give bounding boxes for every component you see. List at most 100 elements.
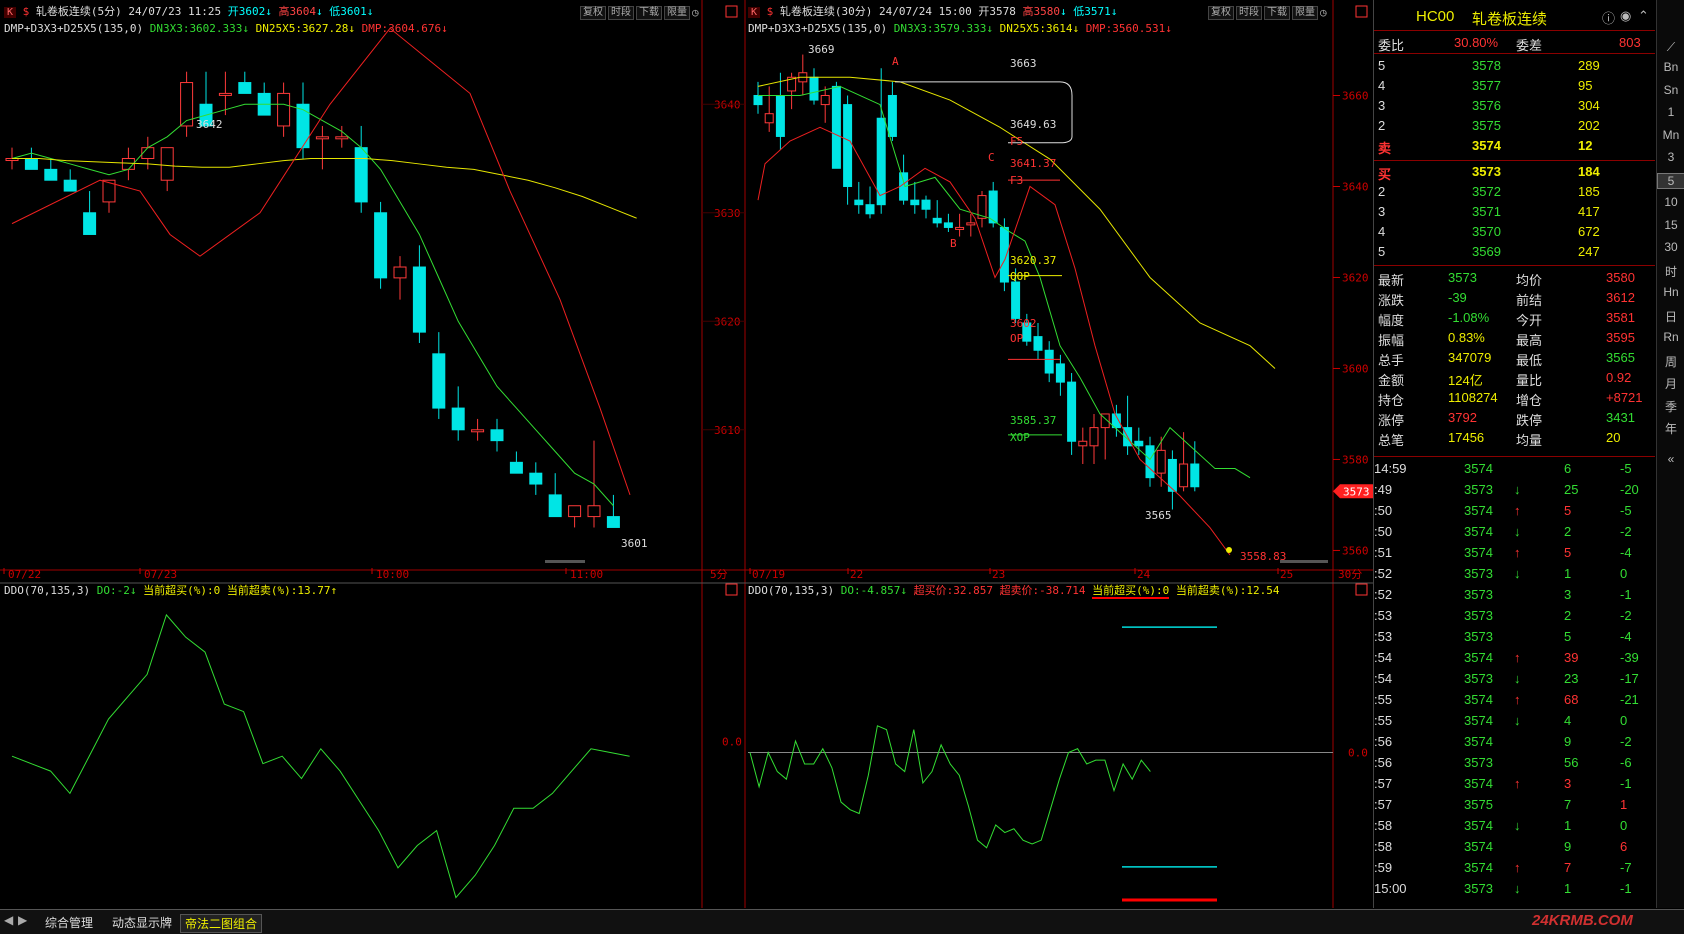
stat-label: 最高 (1516, 333, 1543, 348)
panel-maximize-button[interactable] (725, 5, 738, 18)
period-button[interactable]: 1 (1657, 105, 1684, 119)
collapse-icon[interactable]: ⌃ (1638, 8, 1649, 24)
bid-level[interactable]: 4 3570 672 (1374, 222, 1655, 242)
tick-volume: 5 (1564, 545, 1572, 560)
tick-row[interactable]: :56 3574 9 -2 (1374, 732, 1655, 752)
period-button[interactable]: 日 (1657, 308, 1684, 325)
tick-price: 3573 (1464, 566, 1493, 581)
period-button[interactable]: 月 (1657, 375, 1684, 392)
right-candle (809, 76, 819, 101)
tick-row[interactable]: :49 3573 ↓ 25 -20 (1374, 480, 1655, 500)
right-title-bar: K $ 轧卷板连续(30分) 24/07/24 15:00 开3578 高358… (748, 5, 1117, 20)
stat-row[interactable]: 涨停 3792 跌停 3431 (1374, 408, 1655, 428)
stat-row[interactable]: 幅度 -1.08% 今开 3581 (1374, 308, 1655, 328)
tick-row[interactable]: :52 3573 3 -1 (1374, 585, 1655, 605)
right-annotation: B (950, 237, 957, 250)
left-download-button[interactable]: 下载 (636, 6, 662, 20)
tick-row[interactable]: 14:59 3574 6 -5 (1374, 459, 1655, 479)
tick-row[interactable]: :53 3573 2 -2 (1374, 606, 1655, 626)
period-button[interactable]: 10 (1657, 195, 1684, 209)
right-candle (764, 113, 774, 124)
stat-row[interactable]: 金额 124亿 量比 0.92 (1374, 368, 1655, 388)
bid-level[interactable]: 买 3573 184 (1374, 162, 1655, 182)
collapse-toolbar-icon[interactable]: « (1657, 452, 1684, 466)
stat-row[interactable]: 涨跌 -39 前结 3612 (1374, 288, 1655, 308)
tick-row[interactable]: :55 3574 ↑ 68 -21 (1374, 690, 1655, 710)
ask-level[interactable]: 4 3577 95 (1374, 76, 1655, 96)
circle-icon[interactable]: ◉ (1620, 8, 1631, 24)
left-candle (335, 136, 349, 140)
ask-level[interactable]: 3 3576 304 (1374, 96, 1655, 116)
tick-price: 3573 (1464, 629, 1493, 644)
tab-left-arrow-icon[interactable]: ◀ (4, 913, 13, 927)
right-shiduan-button[interactable]: 时段 (1236, 6, 1262, 20)
tab-zonghe[interactable]: 综合管理 (45, 914, 93, 931)
tick-row[interactable]: :58 3574 9 6 (1374, 837, 1655, 857)
right-badge[interactable]: K (748, 7, 761, 18)
period-button[interactable]: 15 (1657, 218, 1684, 232)
period-button[interactable]: 3 (1657, 150, 1684, 164)
stat-row[interactable]: 总手 347079 最低 3565 (1374, 348, 1655, 368)
tick-row[interactable]: :51 3574 ↑ 5 -4 (1374, 543, 1655, 563)
weibi-row[interactable]: 委比 30.80% 委差 803 (1374, 33, 1655, 53)
tick-row[interactable]: :54 3574 ↑ 39 -39 (1374, 648, 1655, 668)
ask-level[interactable]: 卖 3574 12 (1374, 136, 1655, 156)
period-button[interactable]: 时 (1657, 263, 1684, 280)
right-scrollbar[interactable] (1280, 560, 1328, 563)
bid-level[interactable]: 3 3571 417 (1374, 202, 1655, 222)
tick-row[interactable]: 15:00 3573 ↓ 1 -1 (1374, 879, 1655, 899)
tab-dongtai[interactable]: 动态显示牌 (112, 914, 172, 931)
left-clock-icon[interactable]: ◷ (692, 6, 699, 20)
tick-row[interactable]: :52 3573 ↓ 1 0 (1374, 564, 1655, 584)
left-fuquan-button[interactable]: 复权 (580, 6, 606, 20)
line-icon[interactable]: ⟋ (1657, 40, 1684, 55)
panel-maximize-button[interactable] (1355, 583, 1368, 596)
ask-level[interactable]: 5 3578 289 (1374, 56, 1655, 76)
tick-row[interactable]: :55 3574 ↓ 4 0 (1374, 711, 1655, 731)
right-dn25-arrow: ↓ (1072, 22, 1080, 35)
tick-row[interactable]: :56 3573 56 -6 (1374, 753, 1655, 773)
ask-level[interactable]: 2 3575 202 (1374, 116, 1655, 136)
right-fuquan-button[interactable]: 复权 (1208, 6, 1234, 20)
tick-row[interactable]: :54 3573 ↓ 23 -17 (1374, 669, 1655, 689)
tab-difa[interactable]: 帝法二图组合 (180, 914, 263, 933)
tick-row[interactable]: :53 3573 5 -4 (1374, 627, 1655, 647)
period-button[interactable]: Mn (1657, 128, 1684, 142)
tick-row[interactable]: :57 3574 ↑ 3 -1 (1374, 774, 1655, 794)
right-clock-icon[interactable]: ◷ (1320, 6, 1327, 20)
tick-row[interactable]: :57 3575 7 1 (1374, 795, 1655, 815)
right-download-button[interactable]: 下载 (1264, 6, 1290, 20)
period-button[interactable]: 周 (1657, 353, 1684, 370)
tick-arrow: ↑ (1514, 503, 1521, 518)
info-icon[interactable]: ⓘ (1602, 8, 1615, 27)
left-time-label: 07/22 (8, 568, 41, 581)
period-button[interactable]: Rn (1657, 330, 1684, 344)
tick-row[interactable]: :50 3574 ↑ 5 -5 (1374, 501, 1655, 521)
tick-row[interactable]: :50 3574 ↓ 2 -2 (1374, 522, 1655, 542)
stat-row[interactable]: 振幅 0.83% 最高 3595 (1374, 328, 1655, 348)
period-button[interactable]: 5 (1657, 172, 1684, 189)
period-button[interactable]: 年 (1657, 420, 1684, 437)
bid-level[interactable]: 2 3572 185 (1374, 182, 1655, 202)
left-candle (83, 212, 97, 235)
period-button[interactable]: Bn (1657, 60, 1684, 74)
tick-row[interactable]: :58 3574 ↓ 1 0 (1374, 816, 1655, 836)
panel-maximize-button[interactable] (1355, 5, 1368, 18)
chart-area[interactable]: 36403630362036103642360107/22 07/23 10:00 1… (0, 0, 1373, 908)
stat-row[interactable]: 总笔 17456 均量 20 (1374, 428, 1655, 448)
left-badge[interactable]: K (4, 7, 17, 18)
left-limit-button[interactable]: 限量 (664, 6, 690, 20)
tab-right-arrow-icon[interactable]: ▶ (18, 913, 27, 927)
tick-row[interactable]: :59 3574 ↑ 7 -7 (1374, 858, 1655, 878)
left-scrollbar[interactable] (545, 560, 585, 563)
stat-row[interactable]: 持仓 1108274 增仓 +8721 (1374, 388, 1655, 408)
period-button[interactable]: Sn (1657, 83, 1684, 97)
bid-level[interactable]: 5 3569 247 (1374, 242, 1655, 262)
right-limit-button[interactable]: 限量 (1292, 6, 1318, 20)
period-button[interactable]: 30 (1657, 240, 1684, 254)
stat-row[interactable]: 最新 3573 均价 3580 (1374, 268, 1655, 288)
period-button[interactable]: 季 (1657, 398, 1684, 415)
panel-maximize-button[interactable] (725, 583, 738, 596)
left-shiduan-button[interactable]: 时段 (608, 6, 634, 20)
period-button[interactable]: Hn (1657, 285, 1684, 299)
